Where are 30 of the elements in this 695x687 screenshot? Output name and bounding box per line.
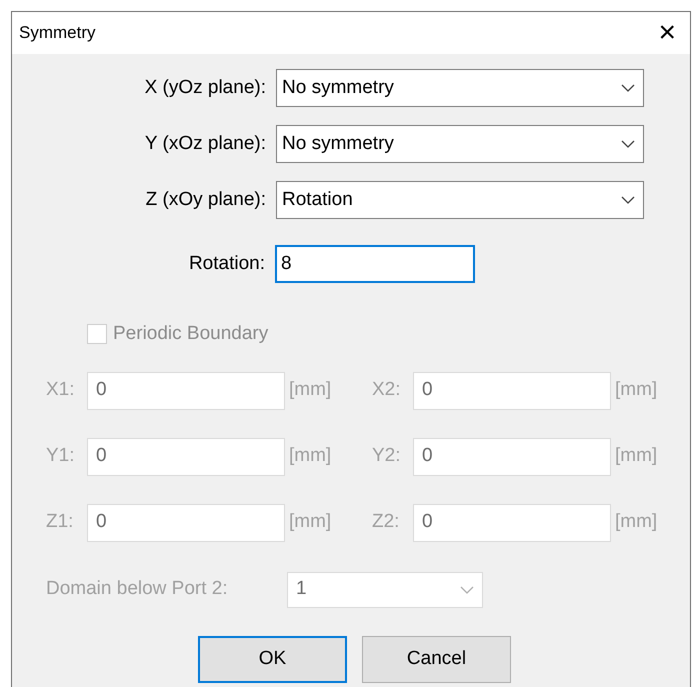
chevron-down-icon [621,84,635,92]
unit-label: [mm] [614,510,658,534]
unit-label: [mm] [614,444,658,468]
rotation-field[interactable]: 8 [275,245,475,283]
close-button[interactable]: × [658,18,676,48]
coordinate-label: X2: [372,378,402,402]
chevron-down-icon [621,140,635,148]
unit-label: [mm] [288,510,332,534]
dialog-button[interactable]: OK [198,636,347,682]
chevron-down-icon [621,196,635,204]
coordinate-label: Y1: [46,444,76,468]
unit-label: [mm] [614,378,658,402]
coordinate-label: Z2: [372,510,400,534]
plane-label: Z (xOy plane): [144,188,267,212]
chevron-down-icon [460,586,474,594]
plane-label: X (yOz plane): [144,76,267,100]
unit-label: [mm] [288,378,332,402]
coordinate-label: Y2: [372,444,402,468]
rotation-label: Rotation: [188,252,266,276]
unit-label: [mm] [288,444,332,468]
coordinate-label: X1: [46,378,76,402]
plane-label: Y (xOz plane): [144,132,267,156]
periodic-boundary-label: Periodic Boundary [113,322,268,346]
dialog-button[interactable]: Cancel [362,636,511,682]
coordinate-label: Z1: [46,510,74,534]
symmetry-dropdown[interactable]: No symmetry [276,125,644,163]
symmetry-dropdown[interactable]: Rotation [276,181,644,219]
window-title: Symmetry [19,22,96,44]
symmetry-dropdown[interactable]: No symmetry [276,69,644,107]
domain-label: Domain below Port 2: [46,577,229,602]
